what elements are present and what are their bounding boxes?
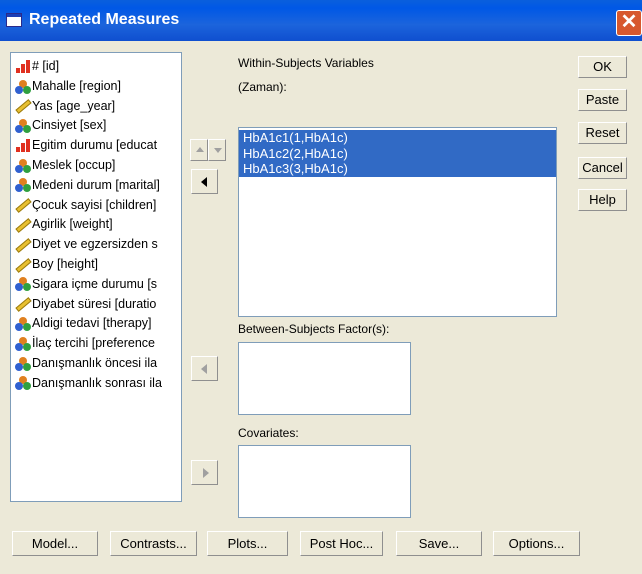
variable-list-item[interactable]: Egitim durumu [educat [11,136,181,156]
variable-label: Egitim durumu [educat [32,138,158,153]
variable-list-item[interactable]: Sigara içme durumu [s [11,275,181,295]
between-subjects-list[interactable] [238,342,411,415]
between-subjects-label: Between-Subjects Factor(s): [238,322,390,336]
arrow-right-icon [203,468,209,478]
variable-list-item[interactable]: Danışmanlık sonrası ila [11,374,181,394]
move-within-button[interactable] [191,169,218,194]
move-between-button[interactable] [191,356,218,381]
scale-icon [15,297,32,313]
variable-label: Danışmanlık sonrası ila [32,375,162,390]
move-covariate-button[interactable] [191,460,218,485]
variable-label: İlaç tercihi [preference [32,336,155,351]
cancel-button[interactable]: Cancel [578,157,627,179]
variable-label: Diyabet süresi [duratio [32,296,157,311]
variable-label: # [id] [32,59,60,73]
variable-label: Çocuk sayisi [children] [32,197,157,212]
within-factor-label: (Zaman): [238,80,287,94]
variable-list-item[interactable]: Diyet ve egzersizden s [11,235,181,255]
covariates-label: Covariates: [238,426,299,440]
variable-list-item[interactable]: # [id] [11,57,181,77]
nominal-icon [15,376,31,391]
variable-label: Danışmanlık öncesi ila [32,355,158,370]
variable-label: Yas [age_year] [32,98,116,113]
variable-list-item[interactable]: Mahalle [region] [11,77,181,97]
source-variable-list[interactable]: # [id] Mahalle [region] Yas [age_year] Cins… [10,52,182,502]
nominal-icon [15,119,31,134]
variable-label: Agirlik [weight] [32,217,113,232]
nominal-icon [15,158,31,173]
options-button[interactable]: Options... [493,531,580,556]
window-title: Repeated Measures [29,11,180,28]
within-subjects-list[interactable]: HbA1c1(1,HbA1c) HbA1c2(2,HbA1c) HbA1c3(3… [238,127,557,317]
arrow-down-icon [214,148,222,153]
reset-button[interactable]: Reset [578,122,627,144]
arrow-up-icon [196,147,204,152]
contrasts-button[interactable]: Contrasts... [110,531,197,556]
nominal-icon [15,356,31,371]
variable-list-item[interactable]: İlaç tercihi [preference [11,334,181,354]
variable-label: Medeni durum [marital] [32,177,160,192]
nominal-icon [15,277,31,292]
variable-list-item[interactable]: Çocuk sayisi [children] [11,196,181,216]
scale-icon [15,99,32,115]
title-bar: Repeated Measures ✕ [0,0,642,41]
variable-list-item[interactable]: Agirlik [weight] [11,215,181,235]
scale-icon [15,218,32,233]
close-button[interactable]: ✕ [616,10,642,36]
variable-label: Cinsiyet [sex] [32,118,107,133]
move-down-button[interactable] [208,139,226,161]
save-button[interactable]: Save... [396,531,482,556]
scale-icon [15,198,32,214]
ok-button[interactable]: OK [578,56,627,78]
variable-label: Boy [height] [32,256,99,271]
variable-list-item[interactable]: Medeni durum [marital] [11,176,181,196]
scale-icon [15,257,32,273]
post-hoc-button[interactable]: Post Hoc... [300,531,383,556]
ordinal-icon [15,138,31,153]
variable-list-item[interactable]: Yas [age_year] [11,97,181,117]
variable-label: Mahalle [region] [32,78,121,93]
move-up-button[interactable] [190,139,208,161]
within-list-item[interactable]: HbA1c1(1,HbA1c) [239,130,556,146]
within-subjects-label: Within-Subjects Variables [238,56,374,70]
scale-icon [15,237,32,253]
variable-list-item[interactable]: Cinsiyet [sex] [11,116,181,136]
variable-label: Sigara içme durumu [s [32,276,158,291]
variable-list-item[interactable]: Aldigi tedavi [therapy] [11,314,181,334]
variable-list-item[interactable]: Boy [height] [11,255,181,275]
plots-button[interactable]: Plots... [207,531,288,556]
ordinal-icon [15,59,31,74]
variable-label: Diyet ve egzersizden s [32,237,158,252]
arrow-left-icon [201,177,207,187]
model-button[interactable]: Model... [12,531,98,556]
variable-list-item[interactable]: Diyabet süresi [duratio [11,295,181,315]
covariates-list[interactable] [238,445,411,518]
variable-list-item[interactable]: Danışmanlık öncesi ila [11,354,181,374]
within-list-item[interactable]: HbA1c3(3,HbA1c) [239,161,556,177]
nominal-icon [15,336,31,351]
nominal-icon [15,79,31,94]
variable-list-item[interactable]: Meslek [occup] [11,156,181,176]
variable-label: Aldigi tedavi [therapy] [32,316,152,331]
help-button[interactable]: Help [578,189,627,211]
window-icon [6,13,22,27]
arrow-left-icon [201,364,207,374]
nominal-icon [15,317,31,332]
paste-button[interactable]: Paste [578,89,627,111]
within-list-item[interactable]: HbA1c2(2,HbA1c) [239,145,556,161]
nominal-icon [15,178,31,193]
close-icon: ✕ [620,11,638,33]
variable-label: Meslek [occup] [32,157,116,172]
